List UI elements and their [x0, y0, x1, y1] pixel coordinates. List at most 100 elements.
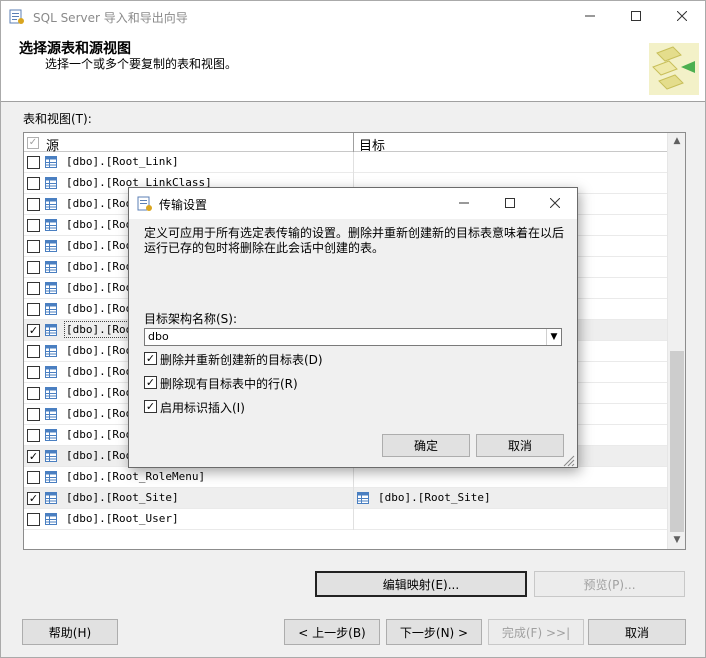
app-icon: [9, 9, 24, 24]
column-divider: [353, 509, 354, 530]
cancel-button[interactable]: 取消: [588, 619, 686, 645]
next-button[interactable]: 下一步(N) >: [386, 619, 482, 645]
page-subtitle: 选择一个或多个要复制的表和视图。: [45, 57, 238, 71]
checkbox-label: 删除并重新创建新的目标表(D): [160, 353, 323, 367]
scroll-down-icon[interactable]: ▼: [668, 532, 685, 549]
table-icon: [45, 471, 57, 483]
row-checkbox[interactable]: [27, 177, 40, 190]
column-divider: [353, 152, 354, 173]
dialog-cancel-button[interactable]: 取消: [476, 434, 564, 457]
checkbox-box[interactable]: ✓: [144, 400, 157, 413]
back-button[interactable]: < 上一步(B): [284, 619, 380, 645]
row-checkbox[interactable]: [27, 429, 40, 442]
table-row[interactable]: [dbo].[Root_User]: [24, 509, 667, 530]
row-checkbox[interactable]: [27, 513, 40, 526]
column-divider: [353, 488, 354, 509]
checkbox-label: 删除现有目标表中的行(R): [160, 377, 298, 391]
row-checkbox[interactable]: [27, 240, 40, 253]
row-checkbox[interactable]: [27, 198, 40, 211]
title-bar: SQL Server 导入和导出向导: [1, 1, 705, 33]
row-checkbox[interactable]: ✓: [27, 450, 40, 463]
close-button[interactable]: [659, 1, 705, 31]
wizard-header: 选择源表和源视图 选择一个或多个要复制的表和视图。: [1, 33, 705, 102]
table-icon: [45, 450, 57, 462]
preview-button[interactable]: 预览(P)...: [534, 571, 685, 597]
scroll-up-icon[interactable]: ▲: [668, 133, 685, 150]
schema-name-combobox[interactable]: dbo ▼: [144, 328, 562, 346]
row-checkbox[interactable]: [27, 366, 40, 379]
table-row[interactable]: [dbo].[Root_Link]: [24, 152, 667, 173]
row-checkbox[interactable]: [27, 156, 40, 169]
row-checkbox[interactable]: [27, 471, 40, 484]
table-icon: [357, 492, 369, 504]
row-checkbox[interactable]: [27, 345, 40, 358]
table-icon: [45, 303, 57, 315]
source-cell[interactable]: [dbo].[Root_RoleMenu]: [66, 470, 205, 483]
table-icon: [45, 219, 57, 231]
table-icon: [45, 492, 57, 504]
table-icon: [45, 156, 57, 168]
close-icon: [677, 11, 687, 21]
row-checkbox[interactable]: ✓: [27, 492, 40, 505]
table-icon: [45, 177, 57, 189]
row-checkbox[interactable]: [27, 303, 40, 316]
window-title: SQL Server 导入和导出向导: [33, 11, 188, 25]
source-cell[interactable]: [dbo].[Root_Site]: [66, 491, 179, 504]
checkbox-box[interactable]: ✓: [144, 352, 157, 365]
schema-name-value[interactable]: dbo: [148, 330, 169, 343]
maximize-icon: [505, 198, 515, 208]
table-icon: [45, 387, 57, 399]
grid-header: ✓ 源 目标: [24, 133, 667, 154]
row-checkbox[interactable]: ✓: [27, 324, 40, 337]
target-cell[interactable]: [dbo].[Root_Site]: [378, 491, 491, 504]
row-checkbox[interactable]: [27, 261, 40, 274]
table-icon: [45, 408, 57, 420]
dialog-close-button[interactable]: [533, 188, 577, 218]
table-icon: [45, 345, 57, 357]
maximize-icon: [631, 11, 641, 21]
table-icon: [45, 282, 57, 294]
table-icon: [45, 261, 57, 273]
minimize-icon: [459, 202, 469, 204]
chevron-down-icon[interactable]: ▼: [546, 329, 561, 345]
column-divider[interactable]: [353, 133, 354, 152]
dialog-description: 定义可应用于所有选定表传输的设置。删除并重新创建新的目标表意味着在以后运行已存的…: [144, 226, 565, 255]
dialog-app-icon: [137, 196, 152, 211]
row-checkbox[interactable]: [27, 219, 40, 232]
maximize-button[interactable]: [613, 1, 659, 31]
dialog-title: 传输设置: [159, 198, 208, 212]
checkbox-box[interactable]: ✓: [144, 376, 157, 389]
row-checkbox[interactable]: [27, 282, 40, 295]
table-icon: [45, 324, 57, 336]
source-cell[interactable]: [dbo].[Root_Link]: [66, 155, 179, 168]
table-icon: [45, 513, 57, 525]
ok-button[interactable]: 确定: [382, 434, 470, 457]
tables-views-label: 表和视图(T):: [23, 112, 92, 126]
edit-mapping-button[interactable]: 编辑映射(E)...: [315, 571, 527, 597]
dialog-minimize-button[interactable]: [441, 188, 487, 218]
minimize-icon: [585, 15, 595, 17]
source-cell[interactable]: [dbo].[Root_User]: [66, 512, 179, 525]
column-divider: [353, 467, 354, 488]
dialog-maximize-button[interactable]: [487, 188, 533, 218]
row-checkbox[interactable]: [27, 408, 40, 421]
table-icon: [45, 429, 57, 441]
checkbox-label: 启用标识插入(I): [160, 401, 245, 415]
minimize-button[interactable]: [567, 1, 613, 31]
finish-button[interactable]: 完成(F) >>|: [488, 619, 584, 645]
table-icon: [45, 366, 57, 378]
row-checkbox[interactable]: [27, 387, 40, 400]
transfer-settings-dialog: 传输设置 定义可应用于所有选定表传输的设置。删除并重新创建新的目标表意味着在以后…: [128, 187, 578, 468]
table-icon: [45, 240, 57, 252]
select-all-checkbox[interactable]: ✓: [27, 137, 39, 149]
help-button[interactable]: 帮助(H): [22, 619, 118, 645]
resize-grip-icon[interactable]: [561, 453, 575, 467]
table-row[interactable]: ✓ [dbo].[Root_Site] [dbo].[Root_Site]: [24, 488, 667, 509]
dialog-title-bar: 传输设置: [129, 188, 577, 219]
table-row[interactable]: [dbo].[Root_RoleMenu]: [24, 467, 667, 488]
table-icon: [45, 198, 57, 210]
wizard-graphic-icon: [643, 37, 701, 99]
schema-name-label: 目标架构名称(S):: [144, 312, 238, 326]
scroll-thumb[interactable]: [670, 351, 684, 532]
vertical-scrollbar[interactable]: ▲ ▼: [667, 133, 685, 549]
